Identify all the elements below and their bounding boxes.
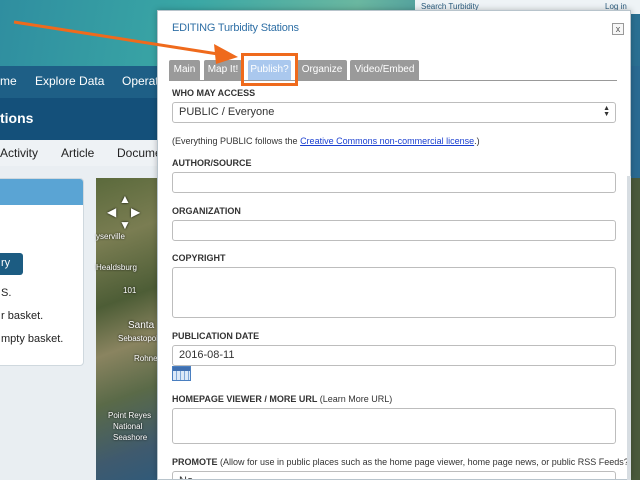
promote-hint: (Allow for use in public places such as … bbox=[220, 457, 631, 467]
map-label: Seashore bbox=[113, 433, 148, 442]
map-label: National bbox=[113, 422, 143, 431]
subnav-item-activity[interactable]: Activity bbox=[0, 146, 38, 160]
author-source-input[interactable] bbox=[172, 172, 616, 193]
tab-map-it[interactable]: Map It! bbox=[204, 60, 242, 80]
map-label: yserville bbox=[96, 232, 125, 241]
subnav-item-document[interactable]: Docume bbox=[117, 146, 162, 160]
license-note-prefix: (Everything PUBLIC follows the bbox=[172, 136, 301, 146]
left-panel-header bbox=[0, 179, 83, 205]
tab-main[interactable]: Main bbox=[169, 60, 200, 80]
map-label: Santa bbox=[128, 320, 155, 331]
license-link[interactable]: Creative Commons non-commercial license bbox=[300, 136, 474, 146]
who-may-access-label: WHO MAY ACCESS bbox=[172, 88, 256, 98]
nav-item-home[interactable]: me bbox=[0, 74, 17, 88]
map-pan-right-icon[interactable]: ▶ bbox=[131, 205, 140, 219]
left-panel-button[interactable]: ry bbox=[0, 253, 23, 275]
right-map-edge bbox=[630, 178, 640, 480]
publication-date-input[interactable]: 2016-08-11 bbox=[172, 345, 616, 366]
promote-label-text: PROMOTE bbox=[172, 457, 218, 467]
promote-select[interactable]: No bbox=[172, 471, 616, 479]
map-label: Point Reyes bbox=[108, 411, 152, 420]
publication-date-label: PUBLICATION DATE bbox=[172, 331, 260, 341]
map-pan-down-icon[interactable]: ▼ bbox=[119, 218, 131, 232]
page-title: tions bbox=[0, 110, 34, 126]
homepage-url-label: HOMEPAGE VIEWER / MORE URL (Learn More U… bbox=[172, 394, 392, 404]
copyright-textarea[interactable] bbox=[172, 267, 616, 318]
who-may-access-value: PUBLIC / Everyone bbox=[179, 106, 275, 118]
left-panel-line: S. bbox=[1, 287, 12, 299]
promote-value: No bbox=[179, 475, 193, 479]
map-view[interactable]: ▲ ◀ ▶ ▼ yserville Healdsburg 101 Santa S… bbox=[96, 178, 166, 480]
license-note: (Everything PUBLIC follows the Creative … bbox=[172, 136, 480, 146]
close-icon[interactable]: x bbox=[612, 23, 624, 35]
dialog-title: EDITING Turbidity Stations bbox=[172, 22, 299, 34]
subnav-item-article[interactable]: Article bbox=[61, 146, 94, 160]
edit-dialog: EDITING Turbidity Stations x Main Map It… bbox=[157, 10, 631, 480]
tab-divider bbox=[169, 80, 617, 81]
tab-video-embed[interactable]: Video/Embed bbox=[350, 60, 419, 80]
nav-item-operations[interactable]: Operat bbox=[122, 74, 159, 88]
map-label: Healdsburg bbox=[96, 263, 137, 272]
nav-item-explore-data[interactable]: Explore Data bbox=[35, 74, 104, 88]
page-scrollbar[interactable] bbox=[627, 176, 631, 480]
left-panel: ry S. r basket. mpty basket. bbox=[0, 178, 84, 366]
organization-input[interactable] bbox=[172, 220, 616, 241]
homepage-url-label-text: HOMEPAGE VIEWER / MORE URL bbox=[172, 394, 318, 404]
right-edge-strip bbox=[630, 66, 640, 178]
select-arrows-icon: ▲ ▼ bbox=[603, 105, 610, 118]
copyright-label: COPYRIGHT bbox=[172, 253, 226, 263]
homepage-url-textarea[interactable] bbox=[172, 408, 616, 444]
who-may-access-select[interactable]: PUBLIC / Everyone ▲ ▼ bbox=[172, 102, 616, 123]
left-panel-line: r basket. bbox=[1, 310, 44, 322]
map-label: Rohne bbox=[134, 354, 158, 363]
license-note-suffix: .) bbox=[474, 136, 480, 146]
map-pan-left-icon[interactable]: ◀ bbox=[107, 205, 116, 219]
author-source-label: AUTHOR/SOURCE bbox=[172, 158, 252, 168]
homepage-url-hint: (Learn More URL) bbox=[319, 394, 393, 404]
promote-label: PROMOTE (Allow for use in public places … bbox=[172, 457, 631, 467]
calendar-icon[interactable] bbox=[172, 366, 191, 381]
publish-tab-highlight bbox=[241, 53, 298, 86]
map-pan-up-icon[interactable]: ▲ bbox=[119, 192, 131, 206]
left-panel-line: mpty basket. bbox=[1, 333, 64, 345]
tab-organize[interactable]: Organize bbox=[297, 60, 347, 80]
organization-label: ORGANIZATION bbox=[172, 206, 241, 216]
map-label: Sebastopol bbox=[118, 334, 159, 343]
map-label: 101 bbox=[123, 286, 137, 295]
